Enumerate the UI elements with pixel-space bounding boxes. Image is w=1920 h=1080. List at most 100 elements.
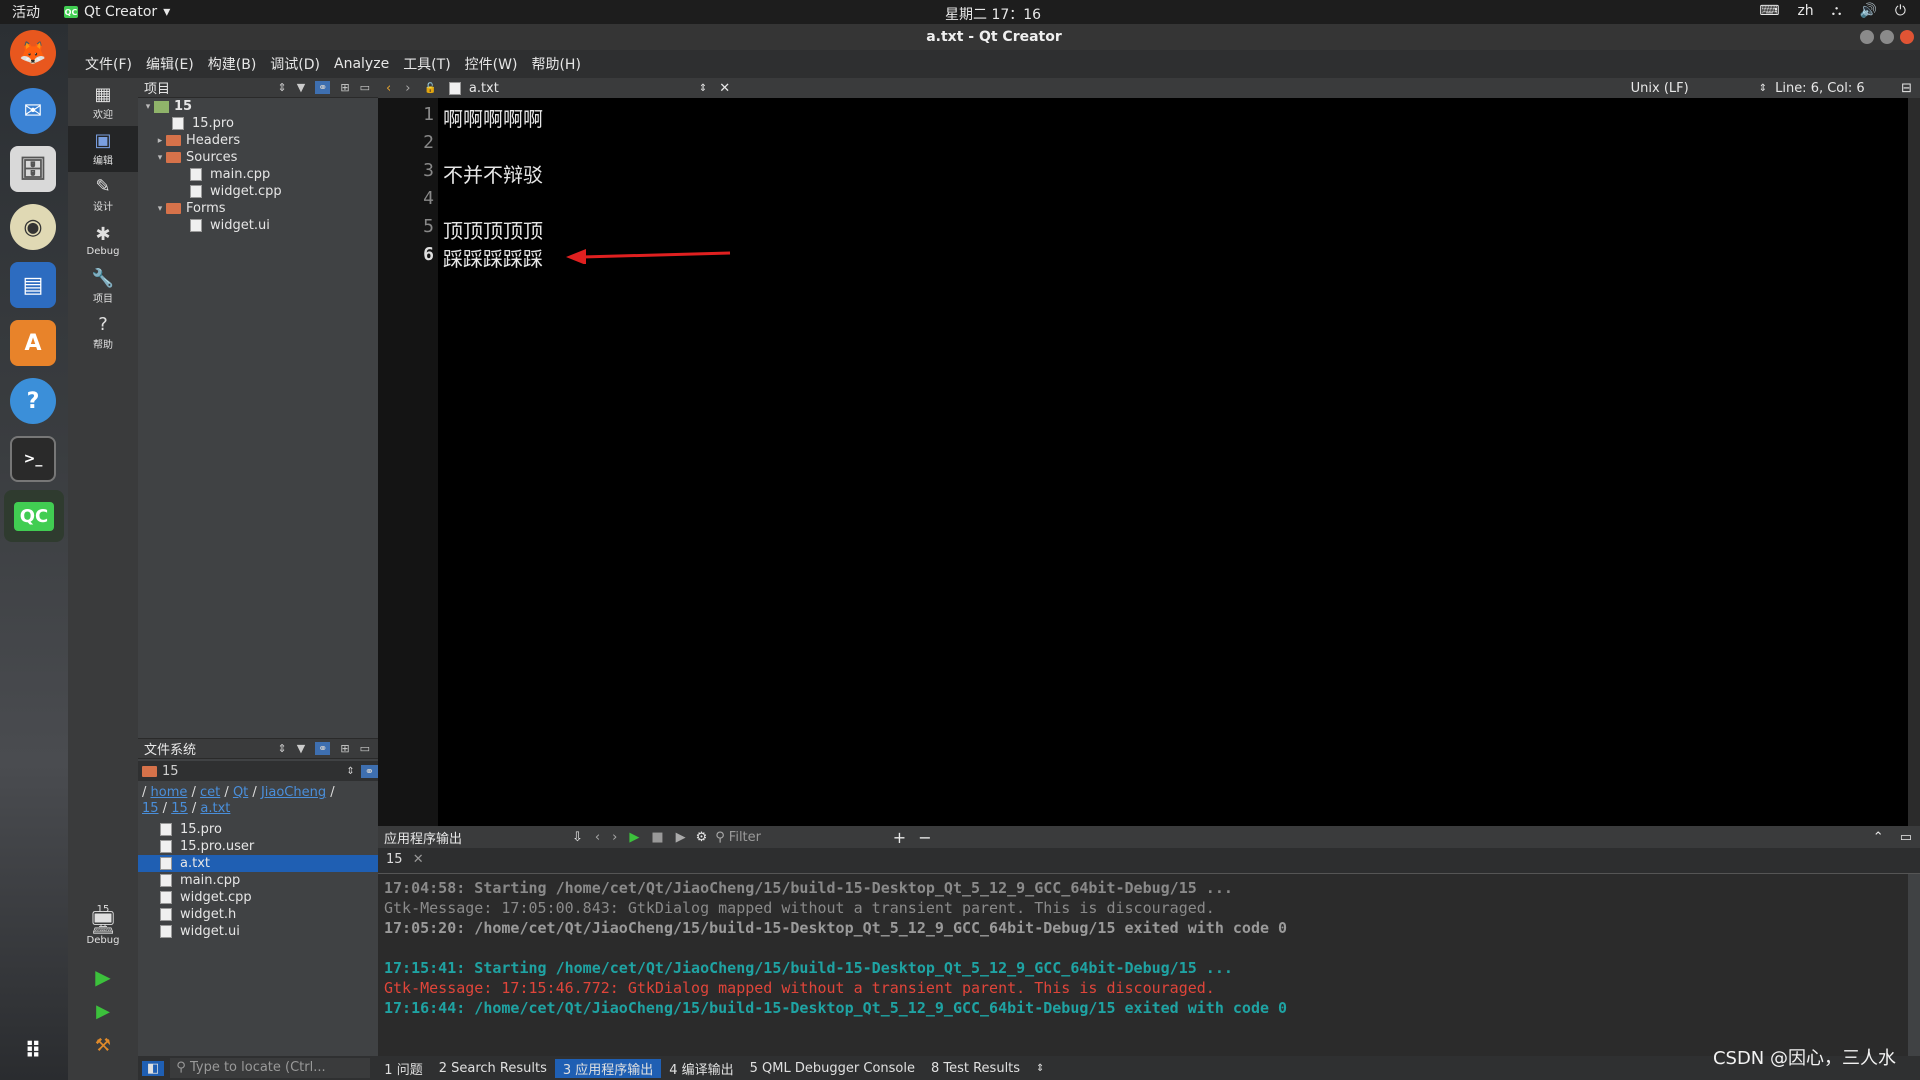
chevron-down-icon[interactable]: ▾: [142, 102, 154, 112]
rhythmbox-icon[interactable]: ◉: [10, 204, 56, 250]
close-tab-icon[interactable]: ✕: [413, 852, 424, 867]
tab-test-results[interactable]: 8 Test Results: [923, 1061, 1028, 1076]
run-button[interactable]: ▶: [68, 960, 138, 994]
menu-controls[interactable]: 控件(W): [458, 54, 525, 74]
sort-icon[interactable]: ⇕: [277, 81, 286, 94]
list-item-selected[interactable]: a.txt: [138, 855, 378, 872]
maximize-pane-icon[interactable]: ⌃: [1873, 830, 1884, 845]
crumb-15b[interactable]: 15: [171, 801, 188, 816]
crumb-file[interactable]: a.txt: [200, 801, 230, 816]
tree-item-forms[interactable]: ▾ Forms: [138, 200, 378, 217]
list-item[interactable]: main.cpp: [138, 872, 378, 889]
debug-rerun-icon[interactable]: ▶: [676, 830, 686, 845]
crumb-jiaocheng[interactable]: JiaoCheng: [261, 785, 326, 800]
crumb-15[interactable]: 15: [142, 801, 159, 816]
menu-help[interactable]: 帮助(H): [524, 54, 587, 74]
output-tab[interactable]: 15 ✕: [386, 852, 424, 867]
crumb-cet[interactable]: cet: [200, 785, 220, 800]
menu-edit[interactable]: 编辑(E): [139, 54, 201, 74]
sort-icon[interactable]: ⇕: [1028, 1063, 1052, 1074]
tab-application-output[interactable]: 3 应用程序输出: [554, 1058, 662, 1078]
application-output[interactable]: 17:04:58: Starting /home/cet/Qt/JiaoChen…: [378, 874, 1908, 1056]
list-item[interactable]: widget.ui: [138, 923, 378, 940]
system-tray[interactable]: ⌨ zh ⛬ 🔊 ⏻: [1759, 3, 1906, 19]
menu-debug[interactable]: 调试(D): [263, 54, 327, 74]
tree-item-headers[interactable]: ▸ Headers: [138, 132, 378, 149]
mode-debug[interactable]: ✱ Debug: [68, 218, 138, 264]
thunderbird-icon[interactable]: ✉: [10, 88, 56, 134]
chevron-right-icon[interactable]: ▸: [154, 136, 166, 146]
menu-analyze[interactable]: Analyze: [327, 56, 396, 72]
volume-icon[interactable]: 🔊: [1859, 3, 1876, 19]
sort-icon[interactable]: ⇕: [277, 742, 286, 755]
line-ending-selector[interactable]: Unix (LF): [1631, 81, 1689, 96]
editor-scrollbar[interactable]: [1908, 98, 1920, 826]
back-icon[interactable]: ‹: [595, 830, 600, 845]
toggle-sidebar-icon[interactable]: ◧: [142, 1060, 165, 1076]
zoom-out-icon[interactable]: −: [918, 828, 931, 847]
close-pane-icon[interactable]: ▭: [360, 742, 370, 755]
menu-build[interactable]: 构建(B): [201, 54, 264, 74]
mode-projects[interactable]: 🔧 项目: [68, 264, 138, 310]
lock-icon[interactable]: 🔓: [424, 83, 436, 94]
menu-file[interactable]: 文件(F): [78, 54, 139, 74]
split-icon[interactable]: ⊞: [340, 81, 349, 94]
mode-edit[interactable]: ▣ 编辑: [68, 126, 138, 172]
filter-icon[interactable]: ▼: [297, 81, 305, 94]
folder-selector[interactable]: 15 ⇕ ⚭: [138, 761, 378, 781]
kit-selector[interactable]: 15 🖥 Debug: [68, 890, 138, 960]
back-icon[interactable]: ‹: [386, 81, 391, 96]
tree-item-widget-ui[interactable]: widget.ui: [138, 217, 378, 234]
qt-creator-dock-icon[interactable]: QC: [4, 490, 64, 542]
show-apps-icon[interactable]: ⠿: [10, 1028, 56, 1074]
power-icon[interactable]: ⏻: [1895, 3, 1906, 19]
network-icon[interactable]: ⛬: [1832, 3, 1842, 19]
app-menu[interactable]: QC Qt Creator ▾: [64, 4, 170, 20]
chevron-down-icon[interactable]: ▾: [154, 204, 166, 214]
zoom-in-icon[interactable]: +: [893, 828, 906, 847]
close-button[interactable]: [1900, 30, 1914, 44]
forward-icon[interactable]: ›: [612, 830, 617, 845]
minimize-button[interactable]: [1860, 30, 1874, 44]
close-pane-icon[interactable]: ▭: [1900, 830, 1912, 845]
split-icon[interactable]: ⊟: [1901, 81, 1912, 96]
split-icon[interactable]: ⊞: [340, 742, 349, 755]
tree-item-main-cpp[interactable]: main.cpp: [138, 166, 378, 183]
maximize-button[interactable]: [1880, 30, 1894, 44]
stop-icon[interactable]: ■: [651, 830, 663, 845]
help-app-icon[interactable]: ?: [10, 378, 56, 424]
forward-icon[interactable]: ›: [405, 81, 410, 96]
list-item[interactable]: widget.h: [138, 906, 378, 923]
tab-issues[interactable]: 1 问题: [376, 1059, 430, 1078]
mode-help[interactable]: ? 帮助: [68, 310, 138, 356]
list-item[interactable]: 15.pro: [138, 821, 378, 838]
link-icon[interactable]: ⚭: [315, 742, 331, 755]
input-language[interactable]: zh: [1797, 3, 1813, 19]
close-document-icon[interactable]: ✕: [719, 81, 730, 96]
open-documents-selector[interactable]: a.txt: [469, 81, 699, 96]
crumb-home[interactable]: home: [151, 785, 188, 800]
list-item[interactable]: 15.pro.user: [138, 838, 378, 855]
crumb-qt[interactable]: Qt: [233, 785, 248, 800]
debug-run-button[interactable]: ▶: [68, 994, 138, 1028]
attach-icon[interactable]: ⇩: [572, 830, 583, 845]
build-button[interactable]: ⚒: [68, 1028, 138, 1062]
gear-icon[interactable]: ⚙: [696, 830, 708, 845]
text-editor[interactable]: 1 2 3 4 5 6 啊啊啊啊啊 不并不辩驳 顶顶顶顶顶 踩踩踩踩踩: [378, 98, 1908, 826]
tree-item-widget-cpp[interactable]: widget.cpp: [138, 183, 378, 200]
writer-icon[interactable]: ▤: [10, 262, 56, 308]
software-center-icon[interactable]: A: [10, 320, 56, 366]
terminal-icon[interactable]: >_: [10, 436, 56, 482]
output-filter-input[interactable]: Filter: [729, 830, 889, 845]
filter-icon[interactable]: ▼: [297, 742, 305, 755]
rerun-icon[interactable]: ▶: [629, 830, 639, 845]
tree-item-root[interactable]: ▾ 15: [138, 98, 378, 115]
cursor-position[interactable]: Line: 6, Col: 6: [1775, 81, 1893, 96]
sync-icon[interactable]: ⚭: [360, 764, 378, 778]
locator-input[interactable]: ⚲ Type to locate (Ctrl...: [170, 1058, 371, 1078]
link-icon[interactable]: ⚭: [315, 81, 331, 94]
activities-button[interactable]: 活动: [0, 2, 52, 22]
mode-design[interactable]: ✎ 设计: [68, 172, 138, 218]
tab-qml-debugger-console[interactable]: 5 QML Debugger Console: [742, 1061, 923, 1076]
list-item[interactable]: widget.cpp: [138, 889, 378, 906]
